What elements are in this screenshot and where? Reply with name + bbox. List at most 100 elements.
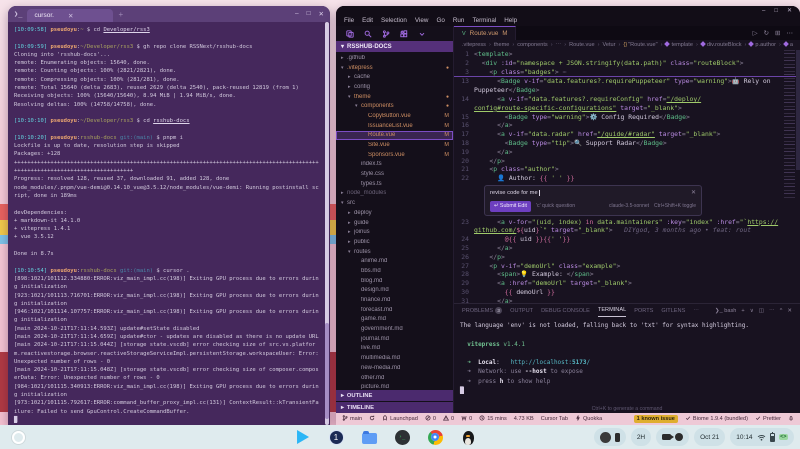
status-item[interactable]: Biome 1.9.4 (bundled) [685, 415, 748, 423]
panel-tool-icon[interactable]: ⋯ [769, 308, 775, 314]
file-item-components[interactable]: ▾components● [336, 101, 453, 111]
file-item-bbs.md[interactable]: bbs.md [336, 266, 453, 276]
panel-tool-icon[interactable]: + [741, 308, 744, 314]
panel-tab-⋯[interactable]: ⋯ [693, 304, 699, 317]
breadcrumb-item[interactable]: Route.vue [569, 42, 595, 48]
app-1password-icon[interactable]: 1 [328, 429, 344, 445]
status-item[interactable]: 0 [425, 415, 436, 423]
status-item[interactable]: 0 [461, 415, 472, 423]
breadcrumb[interactable]: .vitepress›theme›components›⋯›Route.vue›… [454, 40, 800, 50]
breadcrumb-item[interactable]: theme [494, 42, 510, 48]
panel-tool-icon[interactable]: ∨ [750, 308, 754, 314]
status-item[interactable] [788, 415, 794, 423]
file-item-theme[interactable]: ▾theme● [336, 92, 453, 102]
panel-tool-icon[interactable]: ^ [780, 308, 783, 314]
file-item-CopyButton.vue[interactable]: CopyButton.vueM [336, 111, 453, 121]
status-item[interactable] [369, 415, 375, 423]
file-item-joinus[interactable]: ▸joinus [336, 227, 453, 237]
file-item-.vitepress[interactable]: ▾.vitepress● [336, 63, 453, 73]
integrated-terminal[interactable]: The language 'env' is not loaded, fallin… [454, 317, 800, 413]
panel-tab-problems[interactable]: PROBLEMS3 [462, 304, 502, 317]
panel-tab-debug console[interactable]: DEBUG CONSOLE [541, 304, 590, 317]
search-icon[interactable] [364, 25, 372, 43]
app-chrome-icon[interactable] [427, 429, 443, 445]
status-item[interactable]: main [342, 415, 362, 423]
file-item-Site.vue[interactable]: Site.vueM [336, 140, 453, 150]
file-item-.github[interactable]: ▸.github [336, 53, 453, 63]
panel-tab-ports[interactable]: PORTS [634, 304, 653, 317]
terminal-titlebar[interactable]: ❯_ cursor. ✕ + – □ ✕ [8, 6, 330, 22]
close-icon[interactable]: ✕ [691, 189, 696, 198]
file-item-node_modules[interactable]: ▸node_modules [336, 189, 453, 199]
file-item-index.ts[interactable]: index.ts [336, 160, 453, 170]
minimize-icon[interactable]: – [762, 8, 765, 14]
file-item-live.md[interactable]: live.md [336, 344, 453, 354]
status-item[interactable]: Launchpad [382, 415, 418, 423]
media-chip[interactable] [656, 428, 689, 446]
file-item-multimedia.md[interactable]: multimedia.md [336, 353, 453, 363]
vscode-titlebar[interactable]: – □ ✕ [336, 6, 800, 15]
close-icon[interactable]: ✕ [319, 10, 324, 18]
file-item-blog.md[interactable]: blog.md [336, 276, 453, 286]
menu-file[interactable]: File [344, 17, 354, 24]
code-editor[interactable]: 1<template>2 <div :id="namespace + JSON.… [454, 50, 800, 303]
minimize-icon[interactable]: – [295, 10, 299, 18]
ai-prompt-input[interactable]: revise code for me [490, 189, 538, 198]
panel-tool-icon[interactable]: ✕ [787, 308, 792, 314]
minimap[interactable] [784, 50, 795, 200]
file-item-guide[interactable]: ▸guide [336, 218, 453, 228]
menu-view[interactable]: View [415, 17, 429, 24]
menu-edit[interactable]: Edit [362, 17, 373, 24]
breadcrumb-item[interactable]: .vitepress [462, 42, 486, 48]
menu-run[interactable]: Run [453, 17, 465, 24]
editor-action-icon[interactable]: ▷ [753, 29, 758, 37]
editor-action-icon[interactable]: ⊞ [775, 29, 780, 37]
quick-settings-chip[interactable]: 10:14 <> [730, 428, 794, 446]
file-item-design.md[interactable]: design.md [336, 286, 453, 296]
file-item-finance.md[interactable]: finance.md [336, 295, 453, 305]
explorer-icon[interactable] [346, 25, 354, 43]
launcher-button[interactable] [12, 431, 25, 444]
file-item-journal.md[interactable]: journal.md [336, 334, 453, 344]
new-tab-icon[interactable]: + [118, 10, 123, 19]
file-item-deploy[interactable]: ▸deploy [336, 208, 453, 218]
tab-close-icon[interactable]: ✕ [68, 12, 73, 20]
panel-tab-terminal[interactable]: TERMINAL [598, 304, 626, 317]
terminal-profile[interactable]: ❯_ bash [715, 308, 736, 314]
app-google-play-icon[interactable] [295, 429, 311, 445]
editor-action-icon[interactable]: ⋯ [787, 29, 794, 37]
model-selector[interactable]: claude-3.5-sonnet [609, 202, 649, 211]
panel-tab-gitlens[interactable]: GITLENS [661, 304, 685, 317]
status-item[interactable]: 1 known issue [634, 415, 678, 423]
file-item-forecast.md[interactable]: forecast.md [336, 305, 453, 315]
maximize-icon[interactable]: □ [307, 10, 311, 18]
menu-selection[interactable]: Selection [381, 17, 407, 24]
file-item-config[interactable]: ▸config [336, 82, 453, 92]
breadcrumb-item[interactable]: div.routeBlock [701, 42, 742, 48]
tab-route-vue[interactable]: V Route.vue M [454, 26, 516, 40]
status-item[interactable]: Prettier [755, 415, 781, 423]
menu-go[interactable]: Go [436, 17, 444, 24]
status-tray[interactable]: 2H Oct 21 10:14 <> [594, 428, 794, 446]
section-timeline[interactable]: ▸TIMELINE [336, 402, 453, 413]
date-chip[interactable]: Oct 21 [694, 428, 725, 446]
submit-edit-button[interactable]: ↵ Submit Edit [490, 201, 531, 212]
file-item-src[interactable]: ▾src [336, 198, 453, 208]
phone-hub-chip[interactable] [594, 428, 626, 446]
screen-time-chip[interactable]: 2H [631, 428, 651, 446]
menu-help[interactable]: Help [504, 17, 517, 24]
inline-ai-widget[interactable]: revise code for me ✕ ↵ Submit Edit 'c' q… [484, 185, 702, 216]
file-item-cache[interactable]: ▸cache [336, 72, 453, 82]
file-item-IssuanceList.vue[interactable]: IssuanceList.vueM [336, 121, 453, 131]
file-item-picture.md[interactable]: picture.md [336, 382, 453, 389]
file-item-new-media.md[interactable]: new-media.md [336, 363, 453, 373]
file-item-Route.vue[interactable]: Route.vueM [336, 131, 453, 141]
editor-scrollbar[interactable] [796, 50, 800, 170]
app-terminal-icon[interactable]: ›_ [394, 429, 410, 445]
file-item-Sponsors.vue[interactable]: Sponsors.vueM [336, 150, 453, 160]
breadcrumb-item[interactable]: ⋯ [556, 42, 562, 48]
breadcrumb-item[interactable]: p.author [749, 42, 776, 48]
file-item-game.md[interactable]: game.md [336, 315, 453, 325]
app-files-icon[interactable] [361, 429, 377, 445]
status-item[interactable]: Cursor Tab [541, 416, 568, 422]
